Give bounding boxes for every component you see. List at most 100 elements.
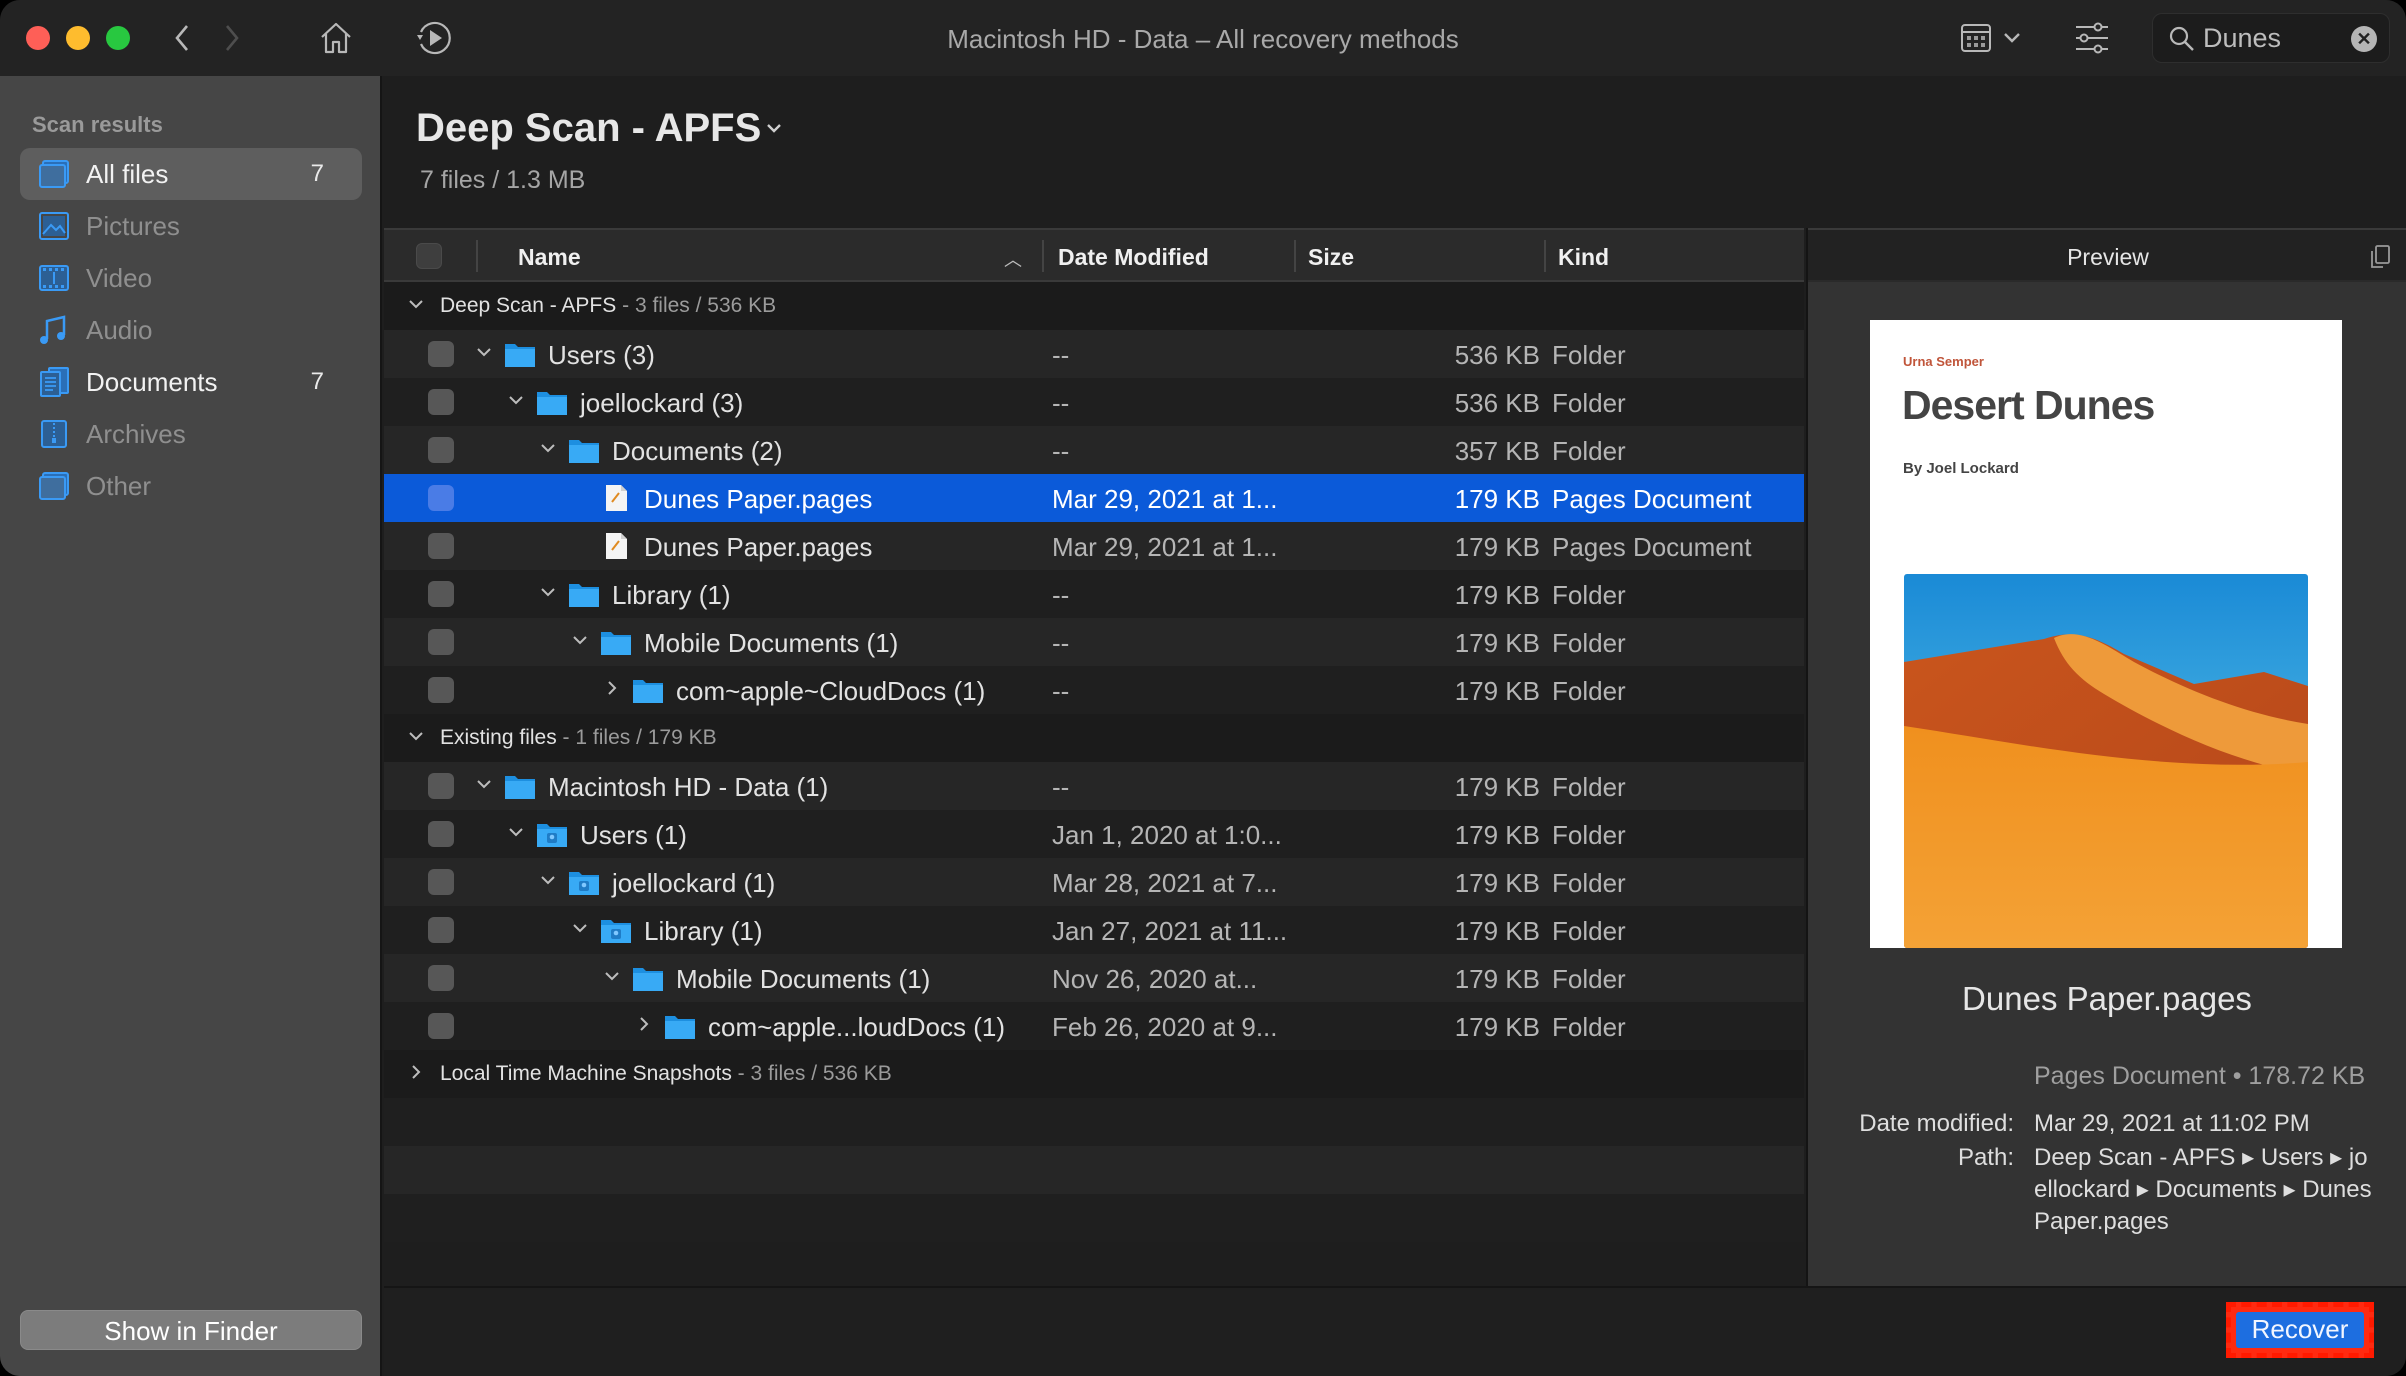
chevron-down-icon[interactable] xyxy=(474,340,494,366)
row-checkbox[interactable] xyxy=(428,341,454,367)
column-separator[interactable] xyxy=(1294,240,1296,272)
grid-view-icon xyxy=(1961,24,1991,52)
chevron-down-icon[interactable] xyxy=(538,868,558,894)
sort-ascending-icon[interactable]: ︿ xyxy=(1004,246,1022,272)
chevron-down-icon[interactable] xyxy=(602,964,622,990)
row-checkbox[interactable] xyxy=(428,821,454,847)
table-row[interactable]: Mobile Documents (1) -- 179 KB Folder xyxy=(384,618,1804,666)
table-row[interactable]: com~apple~CloudDocs (1) -- 179 KB Folder xyxy=(384,666,1804,714)
sidebar-item-archives[interactable]: Archives xyxy=(20,408,362,460)
table-row[interactable]: Library (1) Jan 27, 2021 at 11... 179 KB… xyxy=(384,906,1804,954)
archives-icon xyxy=(41,420,67,448)
file-kind: Folder xyxy=(1552,340,1626,370)
row-checkbox[interactable] xyxy=(428,1013,454,1039)
group-row[interactable]: Local Time Machine Snapshots - 3 files /… xyxy=(384,1050,1804,1098)
column-header-date[interactable]: Date Modified xyxy=(1058,244,1209,271)
table-row[interactable]: Dunes Paper.pages Mar 29, 2021 at 1... 1… xyxy=(384,474,1804,522)
row-checkbox[interactable] xyxy=(428,677,454,703)
recover-button[interactable]: Recover xyxy=(2236,1312,2364,1348)
chevron-right-icon[interactable] xyxy=(602,676,622,702)
row-checkbox[interactable] xyxy=(428,485,454,511)
chevron-down-icon[interactable] xyxy=(538,580,558,606)
chevron-down-icon[interactable] xyxy=(762,116,786,140)
chevron-right-icon[interactable] xyxy=(634,1012,654,1038)
row-checkbox[interactable] xyxy=(428,965,454,991)
sidebar-item-audio[interactable]: Audio xyxy=(20,304,362,356)
table-row[interactable]: Mobile Documents (1) Nov 26, 2020 at... … xyxy=(384,954,1804,1002)
file-date: -- xyxy=(1052,388,1070,418)
folder-icon xyxy=(568,436,600,464)
row-checkbox[interactable] xyxy=(428,533,454,559)
scan-title[interactable]: Deep Scan - APFS xyxy=(416,106,761,151)
file-name: joellockard (3) xyxy=(580,388,744,418)
detach-preview-icon[interactable] xyxy=(2368,244,2392,270)
table-header: Name ︿ Date Modified Size Kind xyxy=(384,228,1804,282)
empty-row xyxy=(384,1098,1804,1146)
row-checkbox[interactable] xyxy=(428,437,454,463)
file-date: Jan 27, 2021 at 11... xyxy=(1052,916,1288,946)
table-row[interactable]: Users (1) Jan 1, 2020 at 1:0... 179 KB F… xyxy=(384,810,1804,858)
user-folder-icon xyxy=(600,916,632,944)
group-row[interactable]: Existing files - 1 files / 179 KB xyxy=(384,714,1804,762)
sliders-icon xyxy=(2076,22,2108,54)
folder-icon xyxy=(504,340,536,368)
audio-icon xyxy=(40,315,66,344)
file-date: Mar 29, 2021 at 1... xyxy=(1052,484,1278,514)
chevron-right-icon[interactable] xyxy=(406,1060,426,1084)
sidebar-item-all-files[interactable]: All files 7 xyxy=(20,148,362,200)
sidebar-heading: Scan results xyxy=(32,112,163,137)
file-kind: Folder xyxy=(1552,628,1626,658)
search-field[interactable]: ✕ xyxy=(2152,13,2390,63)
filter-button[interactable] xyxy=(2070,18,2114,58)
table-row[interactable]: joellockard (3) -- 536 KB Folder xyxy=(384,378,1804,426)
sidebar-item-count: 7 xyxy=(310,160,324,187)
table-row[interactable]: joellockard (1) Mar 28, 2021 at 7... 179… xyxy=(384,858,1804,906)
chevron-down-icon[interactable] xyxy=(570,628,590,654)
row-checkbox[interactable] xyxy=(428,773,454,799)
title-bar: Macintosh HD - Data – All recovery metho… xyxy=(0,0,2406,76)
file-date: Jan 1, 2020 at 1:0... xyxy=(1052,820,1282,850)
show-in-finder-button[interactable]: Show in Finder xyxy=(20,1310,362,1350)
file-name: com~apple...loudDocs (1) xyxy=(708,1012,1005,1042)
table-row[interactable]: Users (3) -- 536 KB Folder xyxy=(384,330,1804,378)
file-date: -- xyxy=(1052,436,1070,466)
column-header-size[interactable]: Size xyxy=(1308,244,1354,271)
table-row[interactable]: Dunes Paper.pages Mar 29, 2021 at 1... 1… xyxy=(384,522,1804,570)
column-header-name[interactable]: Name xyxy=(518,244,581,271)
chevron-down-icon[interactable] xyxy=(570,916,590,942)
column-header-kind[interactable]: Kind xyxy=(1558,244,1609,271)
column-separator[interactable] xyxy=(1544,240,1546,272)
sidebar-item-other[interactable]: Other xyxy=(20,460,362,512)
file-size: 179 KB xyxy=(1454,628,1540,658)
chevron-down-icon[interactable] xyxy=(406,292,426,316)
clear-search-button[interactable]: ✕ xyxy=(2351,26,2377,52)
group-title: Local Time Machine Snapshots - 3 files /… xyxy=(440,1062,892,1085)
file-name: Library (1) xyxy=(612,580,731,610)
file-size: 179 KB xyxy=(1454,1012,1540,1042)
sidebar-item-documents[interactable]: Documents 7 xyxy=(20,356,362,408)
row-checkbox[interactable] xyxy=(428,389,454,415)
chevron-down-icon[interactable] xyxy=(506,388,526,414)
file-size: 536 KB xyxy=(1454,340,1540,370)
search-input[interactable] xyxy=(2203,22,2333,54)
row-checkbox[interactable] xyxy=(428,629,454,655)
chevron-down-icon[interactable] xyxy=(474,772,494,798)
file-kind: Folder xyxy=(1552,1012,1626,1042)
row-checkbox[interactable] xyxy=(428,869,454,895)
table-row[interactable]: Library (1) -- 179 KB Folder xyxy=(384,570,1804,618)
file-name: com~apple~CloudDocs (1) xyxy=(676,676,986,706)
chevron-down-icon[interactable] xyxy=(406,724,426,748)
table-row[interactable]: com~apple...loudDocs (1) Feb 26, 2020 at… xyxy=(384,1002,1804,1050)
chevron-down-icon[interactable] xyxy=(538,436,558,462)
row-checkbox[interactable] xyxy=(428,917,454,943)
chevron-down-icon[interactable] xyxy=(506,820,526,846)
sidebar-item-pictures[interactable]: Pictures xyxy=(20,200,362,252)
view-mode-button[interactable] xyxy=(1956,18,2026,58)
row-checkbox[interactable] xyxy=(428,581,454,607)
column-separator[interactable] xyxy=(1042,240,1044,272)
table-row[interactable]: Documents (2) -- 357 KB Folder xyxy=(384,426,1804,474)
sidebar-item-video[interactable]: Video xyxy=(20,252,362,304)
group-row[interactable]: Deep Scan - APFS - 3 files / 536 KB xyxy=(384,282,1804,330)
select-all-checkbox[interactable] xyxy=(416,243,442,269)
table-row[interactable]: Macintosh HD - Data (1) -- 179 KB Folder xyxy=(384,762,1804,810)
